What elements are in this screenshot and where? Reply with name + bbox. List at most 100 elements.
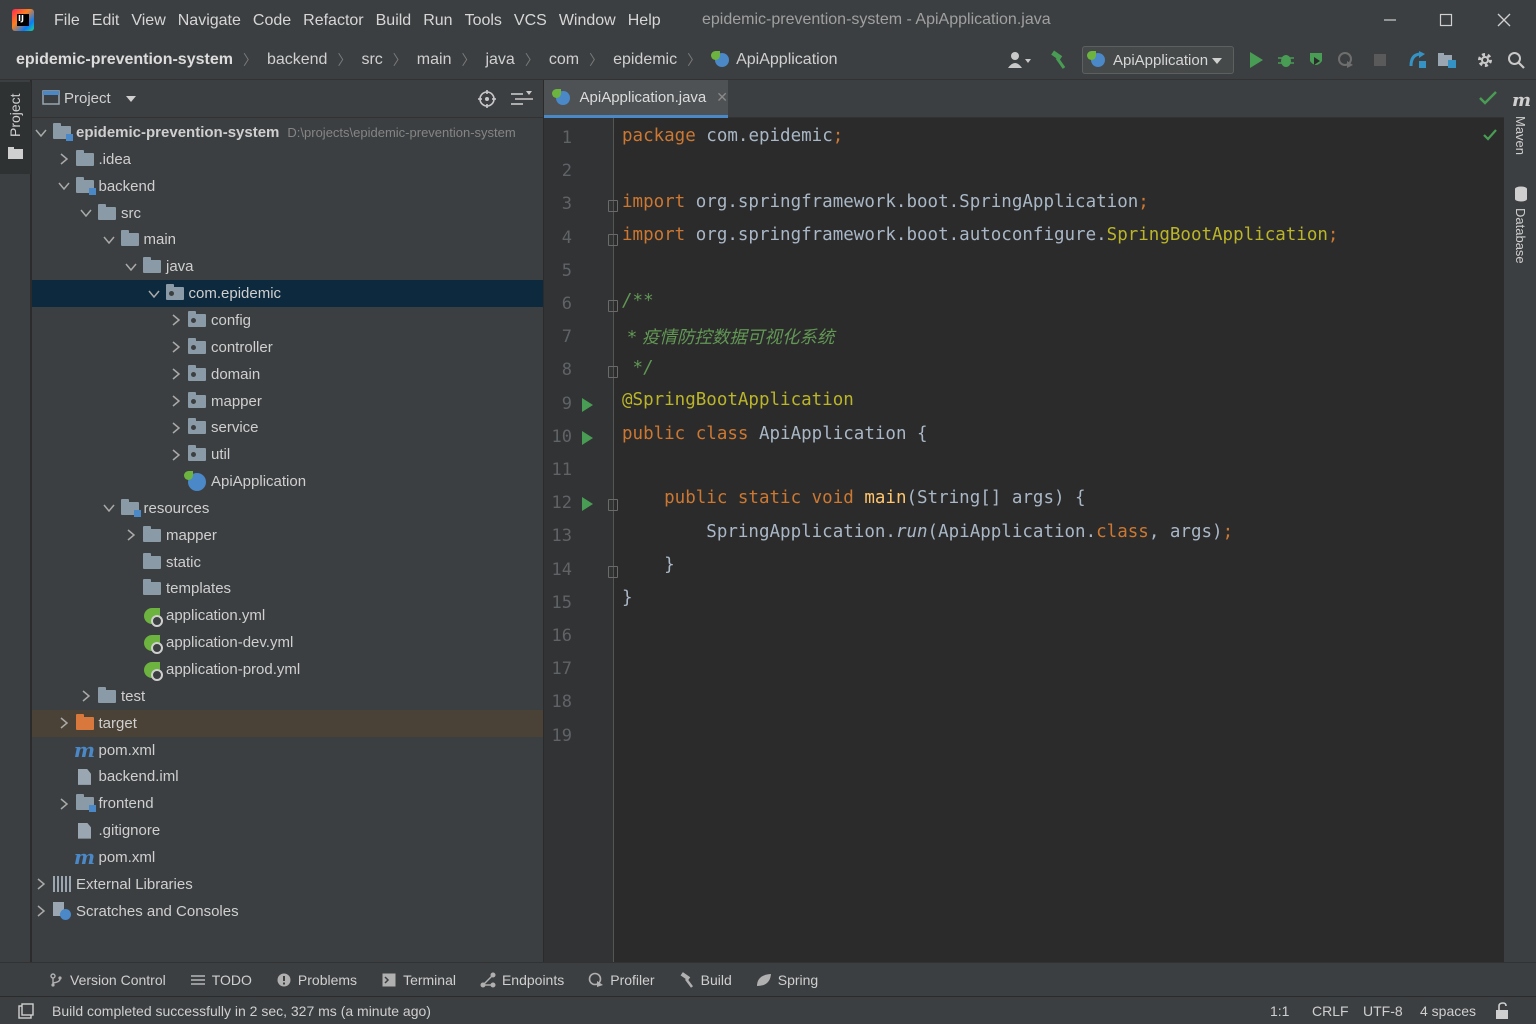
run-gutter-icon[interactable] — [582, 497, 593, 512]
unlock-icon[interactable] — [1494, 1002, 1510, 1023]
chevron-down-icon[interactable] — [102, 226, 116, 253]
search-icon[interactable] — [1503, 46, 1529, 74]
menu-vcs[interactable]: VCS — [508, 0, 553, 40]
tree-item[interactable]: static — [32, 549, 543, 576]
maximize-icon[interactable] — [1418, 0, 1474, 40]
run-icon[interactable] — [1243, 46, 1269, 74]
tree-item[interactable]: src — [32, 200, 543, 227]
tool-tab-spring[interactable]: Spring — [744, 972, 830, 988]
chevron-right-icon[interactable] — [34, 871, 48, 898]
close-tab-icon[interactable]: ✕ — [716, 89, 728, 106]
chevron-down-icon[interactable] — [125, 95, 137, 103]
stop-icon[interactable] — [1367, 46, 1393, 74]
breadcrumb-item[interactable]: java — [475, 51, 514, 69]
tree-item[interactable]: test — [32, 683, 543, 710]
breadcrumb-item[interactable]: com — [539, 51, 579, 69]
breadcrumb-item[interactable]: main — [407, 51, 452, 69]
chevron-right-icon[interactable] — [124, 522, 138, 549]
caret-position[interactable]: 1:1 — [1270, 997, 1289, 1024]
maven-tool-tab[interactable]: Maven — [1513, 116, 1528, 155]
run-gutter-icon[interactable] — [582, 430, 593, 445]
tree-item[interactable]: resources — [32, 495, 543, 522]
run-configuration-selector[interactable]: ApiApplication — [1082, 46, 1234, 74]
chevron-right-icon[interactable] — [34, 898, 48, 925]
chevron-down-icon[interactable] — [124, 253, 138, 280]
tree-item[interactable]: .idea — [32, 146, 543, 173]
toggle-tool-windows-icon[interactable] — [18, 1003, 34, 1022]
debug-icon[interactable] — [1273, 46, 1299, 74]
tool-tab-todo[interactable]: TODO — [178, 972, 264, 988]
file-encoding[interactable]: UTF-8 — [1363, 997, 1403, 1024]
tree-item[interactable]: epidemic-prevention-system D:\projects\ep… — [32, 119, 543, 146]
menu-help[interactable]: Help — [622, 0, 667, 40]
chevron-down-icon[interactable] — [79, 200, 93, 227]
tree-item[interactable]: frontend — [32, 790, 543, 817]
collapse-options-icon[interactable] — [510, 90, 534, 111]
tool-tab-terminal[interactable]: Terminal — [369, 972, 468, 988]
tree-item[interactable]: backend.iml — [32, 763, 543, 790]
database-tool-tab[interactable]: Database — [1513, 208, 1528, 264]
tree-item[interactable]: templates — [32, 575, 543, 602]
menu-file[interactable]: File — [48, 0, 86, 40]
tool-tab-endpoints[interactable]: Endpoints — [468, 972, 576, 988]
tree-item[interactable]: .gitignore — [32, 817, 543, 844]
profile-icon[interactable] — [1333, 46, 1359, 74]
project-view-selector[interactable]: Project — [64, 90, 111, 107]
tree-item[interactable]: domain — [32, 361, 543, 388]
chevron-down-icon[interactable] — [57, 173, 71, 200]
tree-item[interactable]: service — [32, 414, 543, 441]
menu-code[interactable]: Code — [247, 0, 297, 40]
tree-item[interactable]: util — [32, 441, 543, 468]
chevron-right-icon[interactable] — [79, 683, 93, 710]
tree-item[interactable]: com.epidemic — [32, 280, 543, 308]
tree-item[interactable]: application.yml — [32, 602, 543, 629]
tree-item[interactable]: mapper — [32, 522, 543, 549]
tree-item[interactable]: m pom.xml — [32, 844, 543, 871]
tree-item[interactable]: main — [32, 226, 543, 253]
chevron-right-icon[interactable] — [57, 710, 71, 737]
fold-marker-icon[interactable] — [608, 300, 618, 312]
chevron-right-icon[interactable] — [57, 790, 71, 817]
indent-setting[interactable]: 4 spaces — [1420, 997, 1476, 1024]
fold-marker-icon[interactable] — [608, 233, 618, 246]
coverage-icon[interactable] — [1303, 46, 1329, 74]
tree-item[interactable]: Scratches and Consoles — [32, 898, 543, 925]
breadcrumb-item[interactable]: backend — [257, 51, 328, 69]
menu-build[interactable]: Build — [370, 0, 418, 40]
breadcrumb-item[interactable]: epidemic — [603, 51, 677, 69]
tree-item[interactable]: backend — [32, 173, 543, 200]
tree-item[interactable]: controller — [32, 334, 543, 361]
tree-item[interactable]: java — [32, 253, 543, 280]
chevron-right-icon[interactable] — [169, 334, 183, 361]
project-structure-icon[interactable] — [1434, 46, 1460, 74]
run-gutter-icon[interactable] — [582, 397, 593, 412]
no-problems-check-icon[interactable] — [1482, 128, 1498, 145]
user-icon[interactable] — [1006, 46, 1032, 74]
menu-tools[interactable]: Tools — [459, 0, 508, 40]
menu-refactor[interactable]: Refactor — [297, 0, 369, 40]
fold-marker-icon[interactable] — [608, 565, 618, 578]
vcs-update-icon[interactable] — [1404, 46, 1430, 74]
tree-item[interactable]: application-dev.yml — [32, 629, 543, 656]
menu-window[interactable]: Window — [553, 0, 622, 40]
tree-item[interactable]: config — [32, 307, 543, 334]
menu-navigate[interactable]: Navigate — [172, 0, 247, 40]
build-hammer-icon[interactable] — [1046, 46, 1072, 74]
chevron-right-icon[interactable] — [169, 388, 183, 415]
chevron-right-icon[interactable] — [169, 441, 183, 468]
tree-item[interactable]: External Libraries — [32, 871, 543, 898]
fold-marker-icon[interactable] — [608, 200, 618, 213]
breadcrumb-item[interactable]: ApiApplication — [701, 50, 838, 69]
tree-item[interactable]: mapper — [32, 388, 543, 415]
tree-item[interactable]: application-prod.yml — [32, 656, 543, 683]
tree-item[interactable]: ApiApplication — [32, 468, 543, 495]
menu-edit[interactable]: Edit — [86, 0, 126, 40]
chevron-right-icon[interactable] — [57, 146, 71, 173]
tool-tab-version-control[interactable]: Version Control — [36, 972, 178, 988]
chevron-down-icon[interactable] — [102, 495, 116, 522]
intellij-logo-icon[interactable]: IJ — [12, 9, 34, 31]
fold-marker-icon[interactable] — [608, 499, 618, 512]
settings-gear-icon[interactable] — [1472, 46, 1498, 74]
chevron-right-icon[interactable] — [169, 361, 183, 388]
tree-item[interactable]: target — [32, 709, 543, 737]
